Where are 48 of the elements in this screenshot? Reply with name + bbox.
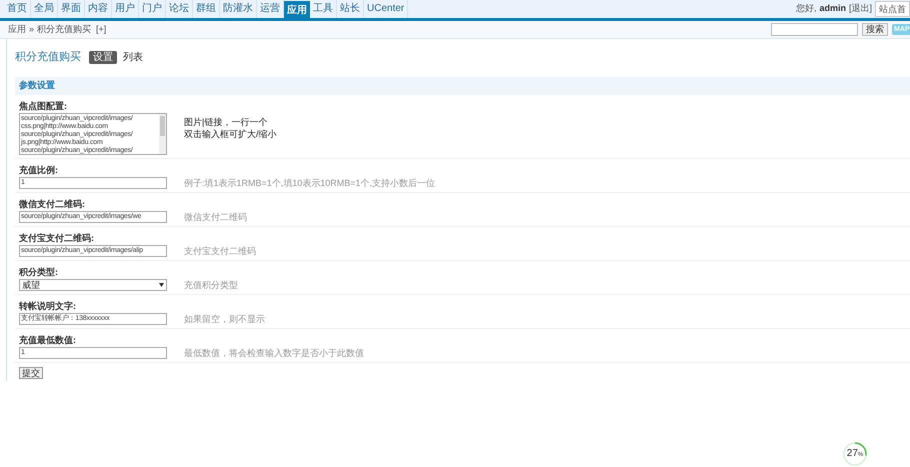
breadcrumb-link[interactable]: 应用 <box>8 22 26 36</box>
subtab[interactable]: 列表 <box>121 50 145 64</box>
nav-tab[interactable]: UCenter <box>364 0 408 18</box>
field-hint: 充值积分类型 <box>184 279 238 291</box>
field-label: 充值比例: <box>18 164 59 177</box>
field-label: 微信支付二维码: <box>18 198 86 211</box>
nav-tab[interactable]: 门户 <box>139 0 166 18</box>
page-title: 积分充值购买 <box>15 50 81 65</box>
usage-reading: 27 <box>846 449 858 459</box>
nav-tab[interactable]: 全局 <box>31 0 58 18</box>
nav-tab[interactable]: 内容 <box>85 0 112 18</box>
nav-tab[interactable]: 首页 <box>4 0 31 18</box>
field-label: 充值最低数值: <box>18 334 77 347</box>
field-label: 焦点图配置: <box>18 100 68 113</box>
field-label: 积分类型: <box>18 266 59 279</box>
nav-tab[interactable]: 论坛 <box>166 0 193 18</box>
field-hint: 例子:填1表示1RMB=1个,填10表示10RMB=1个,支持小数后一位 <box>184 177 436 189</box>
scrollbar <box>159 114 166 154</box>
select-value: 威望 <box>22 280 40 290</box>
search-button[interactable]: 搜索 <box>862 23 888 36</box>
logout-link[interactable]: [退出] <box>848 2 872 16</box>
subtab[interactable]: 设置 <box>89 50 117 64</box>
site-home-link[interactable]: 站点首 <box>875 1 910 17</box>
field-hint: 图片|链接，一行一个 <box>184 116 268 128</box>
breadcrumb-separator: » <box>29 22 34 36</box>
breadcrumb-link[interactable]: 积分充值购买 <box>37 22 92 36</box>
user-name: admin <box>819 2 846 16</box>
field-hint: 微信支付二维码 <box>184 211 247 223</box>
nav-tab[interactable]: 应用 <box>284 1 310 21</box>
nav-tab[interactable]: 站长 <box>337 0 364 18</box>
nav-tab[interactable]: 群组 <box>193 0 220 18</box>
search-field[interactable] <box>771 23 858 36</box>
select-dropdown[interactable]: 威望 <box>19 279 167 291</box>
section-title: 参数设置 <box>19 79 55 92</box>
nav-tab[interactable]: 用户 <box>112 0 139 18</box>
submit-button[interactable]: 提交 <box>19 367 43 379</box>
field-hint: 最低数值，将会检查输入数字是否小于此数值 <box>184 347 364 359</box>
field-hint: 支付宝支付二维码 <box>184 245 256 257</box>
nav-tab[interactable]: 工具 <box>310 0 337 18</box>
caret-icon <box>159 283 164 287</box>
add-shortcut-link[interactable]: [+] <box>96 22 106 36</box>
field-hint: 如果留空，则不显示 <box>184 313 265 325</box>
nav-tab[interactable]: 防灌水 <box>220 0 257 18</box>
field-label: 转帐说明文字: <box>18 300 77 313</box>
nav-tab[interactable]: 界面 <box>58 0 85 18</box>
field-hint: 双击输入框可扩大/缩小 <box>184 128 277 140</box>
field-label: 支付宝支付二维码: <box>18 232 95 245</box>
greeting-text: 您好, <box>796 2 816 16</box>
